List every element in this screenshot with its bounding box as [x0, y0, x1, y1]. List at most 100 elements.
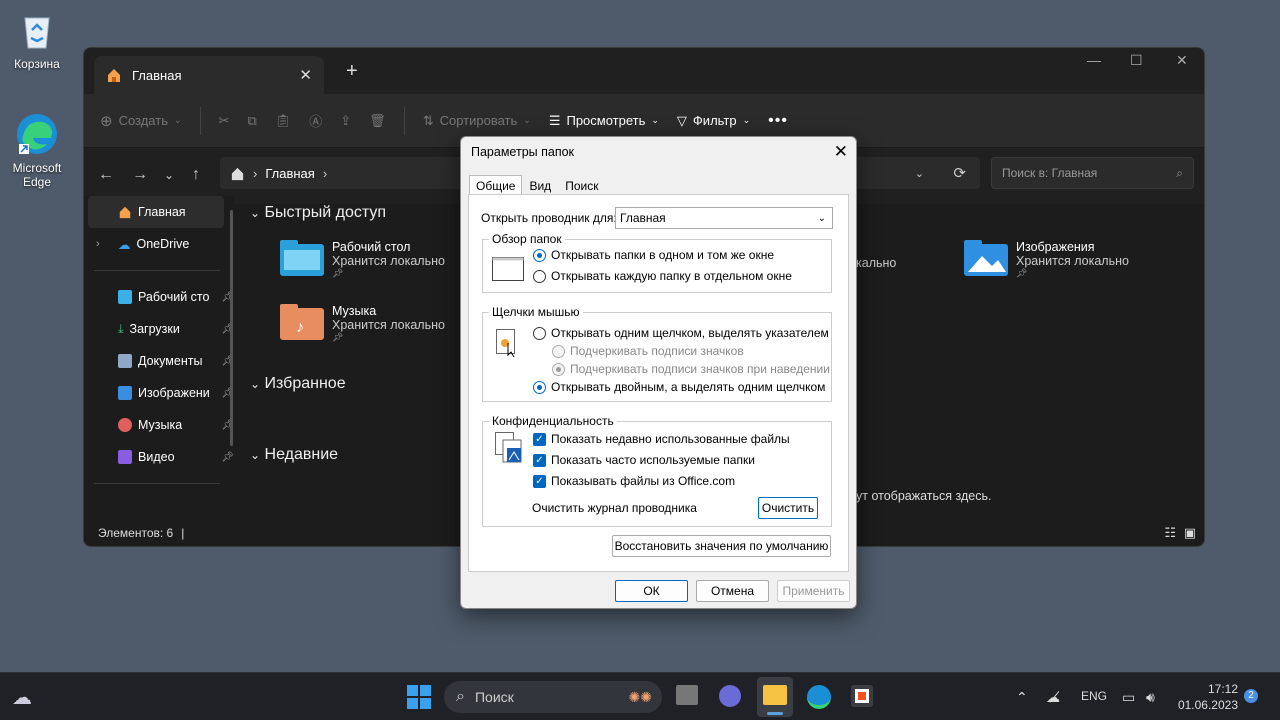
- home-icon: [108, 69, 120, 82]
- onedrive-offline-icon[interactable]: ☁̸: [1046, 689, 1060, 706]
- create-button[interactable]: ⊕ Создать ⌄: [100, 112, 182, 130]
- sidebar-item-home[interactable]: Главная: [88, 196, 224, 228]
- up-icon[interactable]: ↑: [192, 166, 200, 184]
- group-favorites[interactable]: ⌄ Избранное: [250, 375, 346, 393]
- radio-button[interactable]: [533, 248, 546, 262]
- cut-icon[interactable]: ✂: [219, 113, 230, 129]
- breadcrumb[interactable]: Главная: [265, 166, 314, 181]
- refresh-icon[interactable]: ⟳: [953, 164, 966, 182]
- group-quick-access[interactable]: ⌄ Быстрый доступ: [250, 204, 386, 222]
- notification-badge[interactable]: 2: [1244, 689, 1258, 703]
- close-window-icon[interactable]: ✕: [1176, 52, 1188, 69]
- delete-icon[interactable]: 🗑︎: [369, 113, 386, 129]
- sidebar-item-downloads[interactable]: ⤓ Загрузки 📌︎: [84, 313, 234, 345]
- click-cursor-icon: [496, 329, 515, 357]
- sidebar-item-pictures[interactable]: Изображени 📌︎: [84, 377, 234, 409]
- taskbar-search[interactable]: ⌕ Поиск ✺✺: [444, 681, 662, 713]
- volume-icon[interactable]: 🔊︎: [1146, 689, 1155, 706]
- sidebar-item-videos[interactable]: Видео 📌︎: [84, 441, 234, 473]
- checkbox-recent-files[interactable]: ✓ Показать недавно использованные файлы: [533, 432, 790, 446]
- file-explorer-taskbar-icon[interactable]: [757, 677, 793, 717]
- radio-button[interactable]: [533, 380, 546, 394]
- privacy-group: Конфиденциальность ✓ Показать недавно ис…: [482, 414, 832, 527]
- details-view-icon[interactable]: ☷: [1164, 525, 1176, 541]
- radio-single-click[interactable]: Открывать одним щелчком, выделять указат…: [533, 326, 829, 340]
- sidebar-scrollbar[interactable]: [230, 210, 233, 446]
- more-options-icon[interactable]: •••: [768, 112, 788, 130]
- tile-music[interactable]: ♪ Музыка Хранится локально 📌︎: [280, 304, 445, 343]
- desktop-edge[interactable]: Microsoft Edge: [2, 112, 72, 189]
- weather-icon[interactable]: ☁: [12, 685, 32, 710]
- cancel-button[interactable]: Отмена: [696, 580, 769, 602]
- radio-button[interactable]: [552, 344, 565, 358]
- view-button[interactable]: ☰ Просмотреть ⌄: [549, 113, 659, 129]
- sidebar-item-documents[interactable]: Документы 📌︎: [84, 345, 234, 377]
- desktop-icon-label: Корзина: [14, 57, 60, 71]
- desktop-recycle-bin[interactable]: Корзина: [2, 8, 72, 71]
- network-icon[interactable]: ▭: [1122, 689, 1135, 706]
- group-legend: Щелчки мышью: [489, 305, 583, 319]
- restore-defaults-button[interactable]: Восстановить значения по умолчанию: [612, 535, 831, 557]
- tile-pictures[interactable]: Изображения Хранится локально 📌︎: [964, 240, 1129, 279]
- toolbar-divider: [403, 106, 405, 135]
- recent-empty-hint: ут отображаться здесь.: [856, 489, 992, 503]
- apply-button[interactable]: Применить: [777, 580, 850, 602]
- start-icon[interactable]: [407, 685, 431, 709]
- minimize-icon[interactable]: —: [1087, 52, 1101, 68]
- paste-icon[interactable]: 📋︎: [275, 113, 292, 129]
- chat-icon[interactable]: [719, 685, 741, 707]
- radio-same-window[interactable]: Открывать папки в одном и том же окне: [533, 248, 774, 262]
- checkbox[interactable]: ✓: [533, 474, 546, 488]
- store-grid: [858, 692, 866, 700]
- sidebar-item-desktop[interactable]: Рабочий сто 📌︎: [84, 281, 234, 313]
- store-icon[interactable]: [851, 685, 873, 707]
- clear-history-button[interactable]: Очистить: [758, 497, 818, 519]
- language-indicator[interactable]: ENG: [1081, 689, 1107, 703]
- close-icon[interactable]: ✕: [834, 142, 848, 162]
- music-icon: [118, 418, 132, 432]
- address-dropdown-icon[interactable]: ⌄: [915, 167, 924, 180]
- maximize-icon[interactable]: ☐: [1130, 52, 1143, 69]
- back-icon[interactable]: ←: [98, 166, 114, 184]
- radio-underline-hover[interactable]: Подчеркивать подписи значков при наведен…: [552, 362, 830, 376]
- close-tab-icon[interactable]: ✕: [299, 66, 312, 84]
- search-highlight-icon: ✺✺: [628, 688, 652, 705]
- partial-tile-subtitle: кально: [856, 256, 897, 270]
- group-recent[interactable]: ⌄ Недавние: [250, 446, 338, 464]
- checkbox-office-files[interactable]: ✓ Показывать файлы из Office.com: [533, 474, 735, 488]
- window-preview-icon: [492, 257, 524, 281]
- forward-icon[interactable]: →: [132, 166, 148, 184]
- tiles-view-icon[interactable]: ▣: [1184, 525, 1196, 541]
- rename-icon[interactable]: Ⓐ: [309, 111, 322, 130]
- share-icon[interactable]: ⇪: [340, 113, 351, 129]
- checkbox-frequent-folders[interactable]: ✓ Показать часто используемые папки: [533, 453, 755, 467]
- search-input[interactable]: Поиск в: Главная ⌕: [991, 157, 1194, 189]
- sort-button[interactable]: ⇅ Сортировать ⌄: [423, 113, 531, 129]
- sidebar-item-onedrive[interactable]: › ☁ OneDrive: [84, 228, 234, 260]
- sidebar-item-music[interactable]: Музыка 📌︎: [84, 409, 234, 441]
- task-view-icon[interactable]: [676, 685, 698, 705]
- radio-new-window[interactable]: Открывать каждую папку в отдельном окне: [533, 269, 792, 283]
- edge-taskbar-icon[interactable]: [807, 685, 831, 709]
- ok-button[interactable]: ОК: [615, 580, 688, 602]
- tab-home[interactable]: Главная ✕: [94, 56, 324, 94]
- video-icon: [118, 450, 132, 464]
- plus-circle-icon: ⊕: [100, 112, 113, 130]
- clock[interactable]: 17:12 01.06.2023: [1176, 681, 1238, 713]
- filter-button[interactable]: ▽ Фильтр ⌄: [677, 113, 750, 129]
- radio-underline-always[interactable]: Подчеркивать подписи значков: [552, 344, 744, 358]
- checkbox[interactable]: ✓: [533, 432, 546, 446]
- new-tab-icon[interactable]: +: [346, 60, 358, 83]
- radio-button[interactable]: [533, 326, 546, 340]
- desktop-icon-label: Microsoft Edge: [12, 161, 62, 189]
- copy-icon[interactable]: ⧉: [247, 113, 256, 129]
- recent-locations-icon[interactable]: ⌄: [164, 168, 174, 182]
- radio-button[interactable]: [533, 269, 546, 283]
- expand-chevron-icon[interactable]: ›: [96, 238, 100, 250]
- radio-double-click[interactable]: Открывать двойным, а выделять одним щелч…: [533, 380, 825, 394]
- radio-button[interactable]: [552, 362, 565, 376]
- tile-desktop[interactable]: Рабочий стол Хранится локально 📌︎: [280, 240, 445, 279]
- open-explorer-select[interactable]: Главная ⌄: [615, 207, 833, 229]
- show-hidden-icons[interactable]: ⌃: [1016, 689, 1028, 706]
- checkbox[interactable]: ✓: [533, 453, 546, 467]
